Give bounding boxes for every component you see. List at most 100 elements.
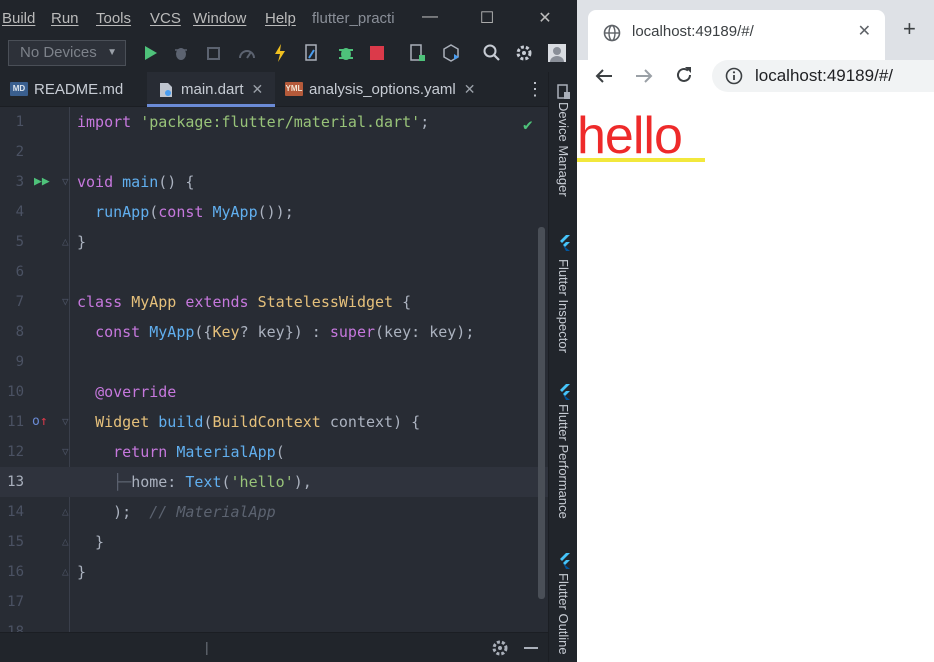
code-line: 16 △ } [0, 557, 548, 587]
new-tab-button[interactable]: + [903, 18, 916, 40]
flutter-icon [559, 553, 570, 569]
code-text: } [77, 233, 87, 251]
code-line-current: 13 ├─home: Text('hello'), [0, 467, 548, 497]
address-bar[interactable]: localhost:49189/#/ [712, 60, 934, 92]
ide-window: Build Run Tools VCS Window Help flutter_… [0, 0, 577, 662]
gear-icon[interactable] [491, 639, 509, 662]
line-number: 8 [15, 324, 24, 340]
fold-icon[interactable]: ▽ [62, 407, 69, 437]
maximize-button[interactable]: ☐ [477, 8, 497, 28]
close-icon[interactable]: ✕ [252, 81, 264, 98]
line-number: 10 [7, 384, 24, 400]
device-selector-label: No Devices [20, 44, 97, 61]
fold-icon[interactable]: ▽ [62, 437, 69, 467]
fold-icon[interactable]: ▽ [62, 167, 69, 197]
menu-window[interactable]: Window [193, 10, 246, 27]
line-number: 4 [15, 204, 24, 220]
address-bar-text: localhost:49189/#/ [755, 66, 893, 85]
menu-run[interactable]: Run [51, 10, 79, 27]
code-text: Widget build(BuildContext context) { [95, 413, 421, 431]
code-line: 15 △ } [0, 527, 548, 557]
editor-scrollbar[interactable] [538, 227, 545, 599]
flutter-icon [559, 384, 570, 400]
side-panel-label: Flutter Inspector [556, 259, 571, 353]
code-line: 11 o↑ ▽ Widget build(BuildContext contex… [0, 407, 548, 437]
browser-tab[interactable]: localhost:49189/#/ ✕ [588, 10, 885, 60]
code-line: 2 [0, 137, 548, 167]
debug-icon[interactable] [171, 43, 191, 63]
close-window-button[interactable]: ✕ [535, 8, 555, 28]
code-text: const MyApp({Key? key}) : super(key: key… [95, 323, 475, 341]
fold-icon[interactable]: △ [62, 527, 69, 557]
side-panel-label: Flutter Outline [556, 573, 571, 655]
sdk-manager-icon[interactable] [441, 43, 461, 63]
more-tabs-icon[interactable]: ⋮ [526, 72, 544, 106]
code-text: class MyApp extends StatelessWidget { [77, 293, 412, 311]
tab-label: main.dart [181, 80, 244, 98]
code-line: 17 [0, 587, 548, 617]
hot-restart-icon[interactable] [302, 43, 322, 63]
fold-icon[interactable]: △ [62, 497, 69, 527]
web-page-content: hello [577, 100, 934, 662]
info-icon[interactable] [725, 67, 743, 85]
fold-icon[interactable]: ▽ [62, 287, 69, 317]
reload-icon[interactable] [675, 66, 693, 84]
code-text: void main() { [77, 173, 195, 191]
line-number: 13 [7, 474, 24, 490]
line-number: 7 [15, 294, 24, 310]
minimize-button[interactable]: — [420, 8, 440, 28]
line-number: 12 [7, 444, 24, 460]
code-line: 14 △ ); // MaterialApp [0, 497, 548, 527]
device-manager-icon[interactable] [408, 43, 428, 63]
tab-label: analysis_options.yaml [309, 80, 456, 98]
code-text: @override [95, 383, 177, 401]
markdown-file-icon: MD [10, 82, 28, 96]
chevron-down-icon: ▼ [107, 47, 117, 58]
menu-bar: Build Run Tools VCS Window Help flutter_… [0, 0, 577, 38]
tab-main-dart[interactable]: main.dart ✕ [147, 72, 276, 107]
menu-tools[interactable]: Tools [96, 10, 131, 27]
code-line: 1 import 'package:flutter/material.dart'… [0, 107, 548, 137]
tab-analysis-options[interactable]: YML analysis_options.yaml ✕ [285, 72, 475, 106]
minimize-panel-icon[interactable] [524, 647, 538, 649]
line-number: 3 [15, 174, 24, 190]
search-icon[interactable] [482, 43, 502, 63]
stop-icon[interactable] [367, 43, 387, 63]
gear-icon[interactable] [514, 43, 534, 63]
close-icon[interactable]: ✕ [858, 21, 871, 41]
code-text: ); // MaterialApp [77, 503, 276, 521]
attach-icon[interactable] [204, 43, 224, 63]
line-number: 17 [7, 594, 24, 610]
run-icon[interactable] [141, 43, 161, 63]
editor-tabs: MD README.md main.dart ✕ YML analysis_op… [0, 72, 548, 107]
hot-reload-icon[interactable] [270, 43, 290, 63]
close-icon[interactable]: ✕ [464, 81, 476, 98]
fold-icon[interactable]: △ [62, 557, 69, 587]
line-number: 6 [15, 264, 24, 280]
fold-icon[interactable]: △ [62, 227, 69, 257]
side-panel-device-manager[interactable]: Device Manager [549, 84, 577, 197]
browser-tab-strip: localhost:49189/#/ ✕ + [577, 0, 934, 60]
override-gutter-icon[interactable]: o↑ [32, 407, 48, 437]
menu-vcs[interactable]: VCS [150, 10, 181, 27]
profile-icon[interactable] [237, 43, 257, 63]
device-selector[interactable]: No Devices ▼ [8, 40, 126, 66]
forward-arrow-icon[interactable] [635, 68, 653, 84]
line-number: 9 [15, 354, 24, 370]
side-panel-flutter-inspector[interactable]: Flutter Inspector [549, 235, 577, 353]
menu-build[interactable]: Build [2, 10, 35, 27]
back-arrow-icon[interactable] [595, 68, 613, 84]
code-editor[interactable]: ✔ 1 import 'package:flutter/material.dar… [0, 107, 548, 632]
right-tool-window-strip: Device Manager Flutter Inspector Flutter… [548, 72, 577, 662]
side-panel-label: Device Manager [556, 102, 571, 197]
run-gutter-icon[interactable]: ▶▶ [34, 167, 50, 197]
line-number: 16 [7, 564, 24, 580]
menu-help[interactable]: Help [265, 10, 296, 27]
bug-icon[interactable] [336, 43, 356, 63]
side-panel-flutter-outline[interactable]: Flutter Outline [549, 553, 577, 655]
side-panel-flutter-performance[interactable]: Flutter Performance [549, 384, 577, 519]
tab-readme[interactable]: MD README.md [10, 72, 123, 106]
code-text: } [77, 533, 105, 551]
avatar-icon[interactable] [547, 43, 567, 63]
line-number: 5 [15, 234, 24, 250]
